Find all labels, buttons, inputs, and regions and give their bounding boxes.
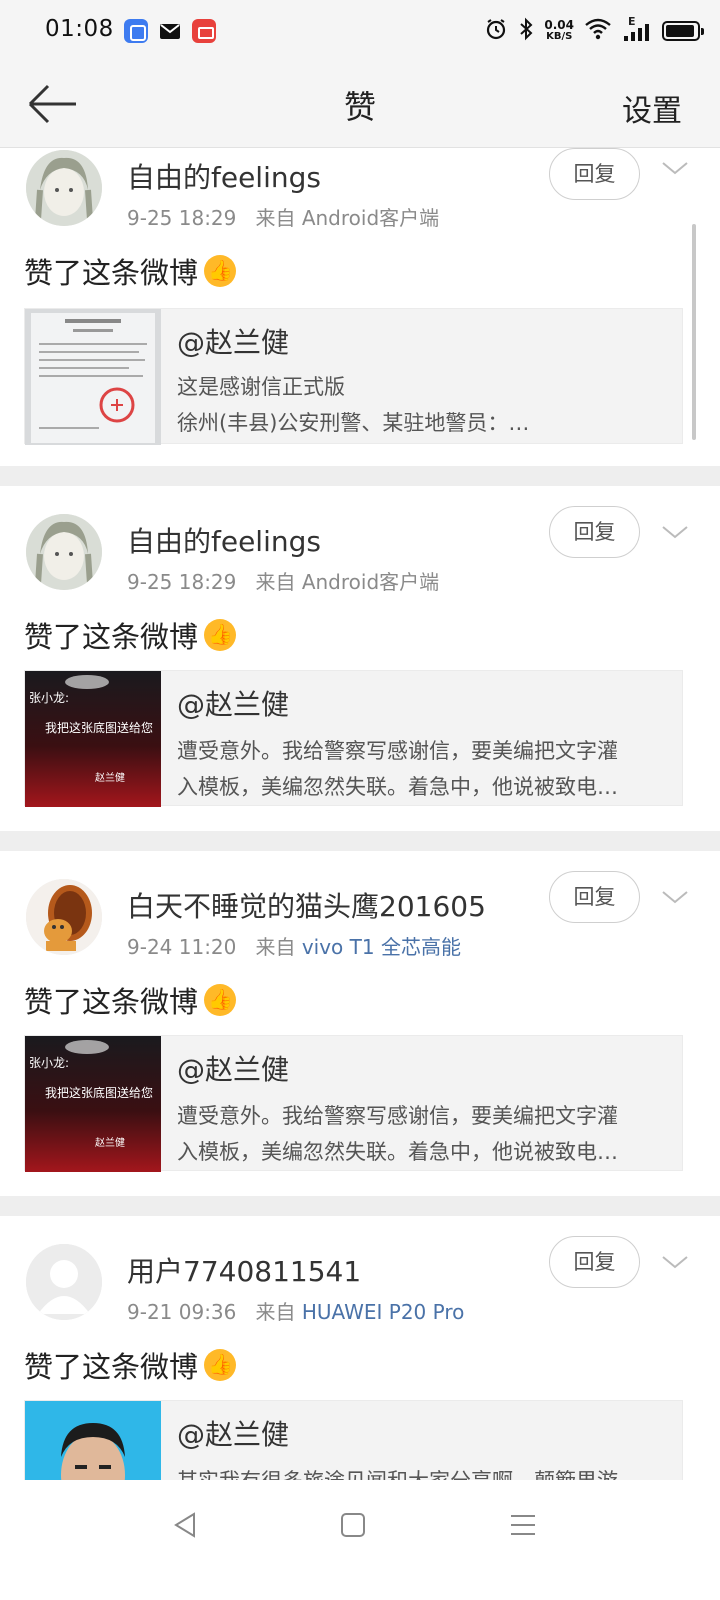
system-navigation-bar — [0, 1480, 720, 1600]
status-bar: 01:08 0.04 KB/S E — [0, 0, 720, 62]
app-notification-icon — [124, 19, 148, 43]
avatar[interactable] — [26, 879, 102, 955]
page-title: 赞 — [343, 88, 376, 126]
username[interactable]: 用户7740811541 — [127, 1250, 361, 1290]
post-thumbnail[interactable]: 张小龙: 我把这张底图送给您 赵兰健 — [25, 671, 161, 807]
network-speed: 0.04 KB/S — [544, 18, 574, 42]
reply-button[interactable]: 回复 — [549, 506, 640, 558]
like-action-text: 赞了这条微博 — [24, 614, 237, 656]
reply-button[interactable]: 回复 — [549, 148, 640, 200]
source-link[interactable]: HUAWEI P20 Pro — [302, 1300, 465, 1324]
avatar[interactable] — [26, 150, 102, 226]
divider — [0, 831, 720, 851]
avatar[interactable] — [26, 514, 102, 590]
divider — [0, 466, 720, 486]
username[interactable]: 自由的feelings — [127, 156, 321, 196]
source-link[interactable]: vivo T1 全芯高能 — [302, 935, 461, 959]
quoted-post[interactable]: 张小龙: 我把这张底图送给您 赵兰健 @赵兰健 遭受意外。我给警察写感谢信，要美… — [24, 670, 683, 807]
likes-feed: 自由的feelings 9-25 18:29 来自 Android客户端 回复 … — [0, 148, 720, 1480]
back-triangle-icon[interactable] — [170, 1510, 200, 1540]
list-item[interactable]: 自由的feelings 9-25 18:29 来自 Android客户端 回复 … — [0, 486, 720, 831]
post-meta: 9-25 18:29 来自 Android客户端 — [127, 206, 440, 230]
home-square-icon[interactable] — [339, 1510, 367, 1540]
chevron-down-icon[interactable] — [661, 883, 689, 911]
thumbs-up-icon — [204, 619, 237, 651]
quoted-author[interactable]: @赵兰健 — [177, 321, 289, 361]
list-item[interactable]: 自由的feelings 9-25 18:29 来自 Android客户端 回复 … — [0, 148, 720, 479]
post-thumbnail[interactable]: 张小龙: 我把这张底图送给您 赵兰健 — [25, 1036, 161, 1172]
settings-button[interactable]: 设置 — [622, 86, 682, 130]
username[interactable]: 白天不睡觉的猫头鹰201605 — [127, 885, 486, 925]
signal-icon: E — [622, 15, 652, 43]
quoted-post[interactable]: @赵兰健 这是感谢信正式版 徐州(丰县)公安刑警、某驻地警员：… — [24, 308, 683, 445]
battery-icon — [662, 21, 704, 41]
quoted-text-line: 入模板，美编忽然失联。着急中，他说被致电… — [177, 775, 618, 799]
thumbs-up-icon — [204, 984, 237, 1016]
username[interactable]: 自由的feelings — [127, 520, 321, 560]
post-thumbnail[interactable] — [25, 309, 161, 445]
post-meta: 9-21 09:36 来自 HUAWEI P20 Pro — [127, 1300, 465, 1324]
quoted-text-line: 其实我有很多旅途见闻和大家分享啊，颠簸果游 — [177, 1465, 673, 1480]
like-action-text: 赞了这条微博 — [24, 250, 237, 292]
avatar[interactable] — [26, 1244, 102, 1320]
quoted-text-line: 徐州(丰县)公安刑警、某驻地警员：… — [177, 411, 530, 435]
menu-icon[interactable] — [508, 1510, 538, 1540]
reply-button[interactable]: 回复 — [549, 871, 640, 923]
thumbs-up-icon — [204, 255, 237, 287]
quoted-text-line: 入模板，美编忽然失联。着急中，他说被致电… — [177, 1140, 618, 1164]
video-notification-icon — [192, 19, 216, 43]
chevron-down-icon[interactable] — [661, 518, 689, 546]
post-thumbnail[interactable] — [25, 1401, 161, 1480]
scrollbar[interactable] — [692, 224, 696, 440]
chevron-down-icon[interactable] — [661, 1248, 689, 1276]
thumbs-up-icon — [204, 1349, 237, 1381]
like-action-text: 赞了这条微博 — [24, 979, 237, 1021]
reply-button[interactable]: 回复 — [549, 1236, 640, 1288]
list-item[interactable]: 白天不睡觉的猫头鹰201605 9-24 11:20 来自 vivo T1 全芯… — [0, 851, 720, 1196]
post-meta: 9-25 18:29 来自 Android客户端 — [127, 570, 440, 594]
quoted-author[interactable]: @赵兰健 — [177, 1048, 289, 1088]
header: 赞 设置 — [0, 62, 720, 148]
wifi-icon — [584, 18, 612, 44]
like-action-text: 赞了这条微博 — [24, 1344, 237, 1386]
post-meta: 9-24 11:20 来自 vivo T1 全芯高能 — [127, 935, 461, 959]
quoted-author[interactable]: @赵兰健 — [177, 1413, 289, 1453]
quoted-author[interactable]: @赵兰健 — [177, 683, 289, 723]
mail-icon — [158, 19, 182, 43]
chevron-down-icon[interactable] — [661, 154, 689, 182]
status-time: 01:08 — [45, 16, 114, 42]
quoted-text-line: 遭受意外。我给警察写感谢信，要美编把文字灌 — [177, 1104, 618, 1128]
quoted-text-line: 这是感谢信正式版 — [177, 375, 345, 399]
quoted-text-line: 遭受意外。我给警察写感谢信，要美编把文字灌 — [177, 739, 618, 763]
alarm-icon — [484, 17, 508, 45]
quoted-post[interactable]: @赵兰健 其实我有很多旅途见闻和大家分享啊，颠簸果游 — [24, 1400, 683, 1480]
bluetooth-icon — [518, 17, 534, 45]
list-item[interactable]: 用户7740811541 9-21 09:36 来自 HUAWEI P20 Pr… — [0, 1216, 720, 1480]
divider — [0, 1196, 720, 1216]
quoted-post[interactable]: 张小龙: 我把这张底图送给您 赵兰健 @赵兰健 遭受意外。我给警察写感谢信，要美… — [24, 1035, 683, 1172]
